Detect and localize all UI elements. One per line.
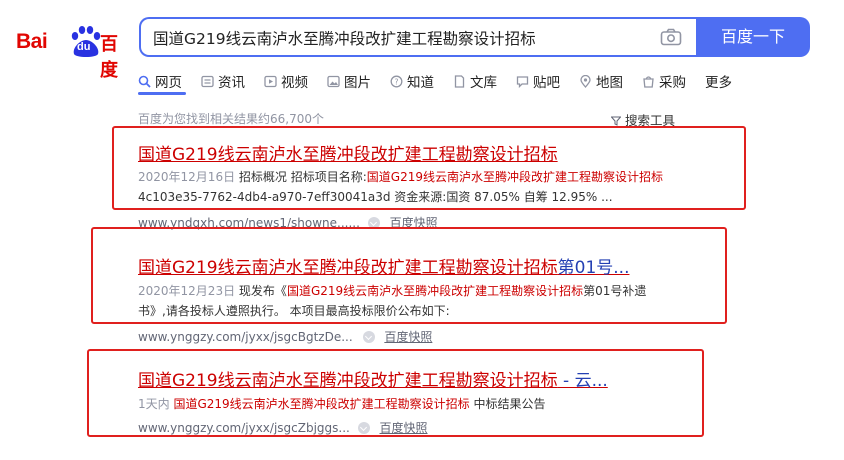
document-icon [454, 74, 465, 88]
search-box [139, 17, 696, 57]
result-url[interactable]: www.ynggzy.com/jyxx/jsgcZbjggs... [138, 421, 350, 435]
snippet-text: 第01号补遗 [583, 284, 647, 298]
snapshot-link[interactable]: 百度快照 [380, 421, 428, 435]
forum-icon [516, 75, 529, 88]
tab-label: 采购 [659, 75, 686, 91]
video-icon [264, 75, 277, 87]
baidu-logo[interactable]: Bai du 百度 [16, 20, 126, 81]
tab-map[interactable]: 地图 [579, 70, 623, 92]
tab-zhidao[interactable]: ? 知道 [390, 70, 434, 92]
image-icon [327, 75, 340, 87]
map-icon [580, 74, 591, 88]
search-icon [138, 75, 151, 88]
result-date: 2020年12月16日 [138, 170, 236, 184]
tab-news[interactable]: 资讯 [201, 70, 245, 92]
snippet-highlight: 国道G219线云南泸水至腾冲段改扩建工程勘察设计招标 [366, 170, 663, 184]
result-snippet: 1天内 国道G219线云南泸水至腾冲段改扩建工程勘察设计招标 中标结果公告 [138, 395, 546, 412]
logo-text-du: du [77, 41, 91, 53]
svg-text:?: ? [395, 77, 399, 86]
tab-label: 图片 [344, 75, 371, 91]
result-title-suffix: - 云... [557, 371, 608, 391]
filter-icon [610, 116, 622, 126]
result-title-link[interactable]: 国道G219线云南泸水至腾冲段改扩建工程勘察设计招标 [138, 140, 558, 165]
tab-label: 文库 [470, 75, 497, 91]
result-date: 2020年12月23日 [138, 284, 236, 298]
logo-text-bai: Bai [16, 30, 48, 53]
tab-video[interactable]: 视频 [264, 70, 308, 92]
result-title-link[interactable]: 国道G219线云南泸水至腾冲段改扩建工程勘察设计招标第01号... [138, 253, 629, 278]
result-source: www.ynggzy.com/jyxx/jsgcBgtzDe... 百度快照 [138, 328, 432, 345]
tab-images[interactable]: 图片 [327, 70, 371, 92]
chevron-down-icon[interactable] [362, 331, 375, 343]
camera-icon[interactable] [660, 28, 682, 46]
snippet-text: 招标概况 招标项目名称: [238, 170, 367, 184]
tab-label: 贴吧 [533, 75, 560, 91]
question-icon: ? [390, 75, 403, 87]
tab-label: 视频 [281, 75, 308, 91]
snippet-text: 现发布《 [238, 284, 287, 298]
tab-label: 知道 [407, 75, 434, 91]
shopping-icon [643, 75, 654, 88]
result-source: www.ynggzy.com/jyxx/jsgcZbjggs... 百度快照 [138, 419, 428, 436]
result-title-text: 国道G219线云南泸水至腾冲段改扩建工程勘察设计招标 [138, 258, 558, 278]
tab-label: 地图 [596, 75, 623, 91]
search-tabs: 网页 资讯 视频 图片 ? 知道 文库 贴吧 地图 采购 更多 [138, 70, 751, 92]
result-snippet-line: 4c103e35-7762-4db4-a970-7eff30041a3d 资金来… [138, 190, 613, 204]
tab-web[interactable]: 网页 [138, 70, 182, 92]
tab-label: 更多 [705, 75, 732, 91]
active-tab-indicator [138, 92, 186, 95]
result-title-suffix: 第01号... [557, 258, 630, 278]
chevron-down-icon[interactable] [357, 422, 370, 434]
result-date: 1天内 [138, 397, 170, 411]
result-title-link[interactable]: 国道G219线云南泸水至腾冲段改扩建工程勘察设计招标 - 云... [138, 366, 608, 391]
search-input[interactable] [153, 27, 643, 49]
search-button[interactable]: 百度一下 [696, 17, 810, 57]
snippet-text: 中标结果公告 [469, 397, 546, 411]
result-title-text: 国道G219线云南泸水至腾冲段改扩建工程勘察设计招标 [138, 371, 558, 391]
result-snippet: 2020年12月23日 现发布《国道G219线云南泸水至腾冲段改扩建工程勘察设计… [138, 282, 646, 299]
result-url[interactable]: www.ynggzy.com/jyxx/jsgcBgtzDe... [138, 330, 353, 344]
news-icon [201, 75, 214, 87]
snippet-highlight: 国道G219线云南泸水至腾冲段改扩建工程勘察设计招标 [173, 397, 470, 411]
snippet-highlight: 国道G219线云南泸水至腾冲段改扩建工程勘察设计招标 [286, 284, 584, 298]
tab-label: 资讯 [218, 75, 245, 91]
result-count: 百度为您找到相关结果约66,700个 [138, 112, 324, 126]
tab-more[interactable]: 更多 [705, 70, 732, 92]
tab-tieba[interactable]: 贴吧 [516, 70, 560, 92]
tab-wenku[interactable]: 文库 [453, 70, 497, 92]
result-snippet-line: 书》,请各投标人遵照执行。 本项目最高投标限价公布如下: [138, 304, 450, 318]
tab-caigou[interactable]: 采购 [642, 70, 686, 92]
result-title-text: 国道G219线云南泸水至腾冲段改扩建工程勘察设计招标 [138, 145, 558, 165]
logo-text-chinese: 百度 [100, 34, 118, 81]
tab-label: 网页 [155, 75, 182, 91]
snapshot-link[interactable]: 百度快照 [384, 330, 432, 344]
result-snippet: 2020年12月16日 招标概况 招标项目名称:国道G219线云南泸水至腾冲段改… [138, 168, 663, 185]
